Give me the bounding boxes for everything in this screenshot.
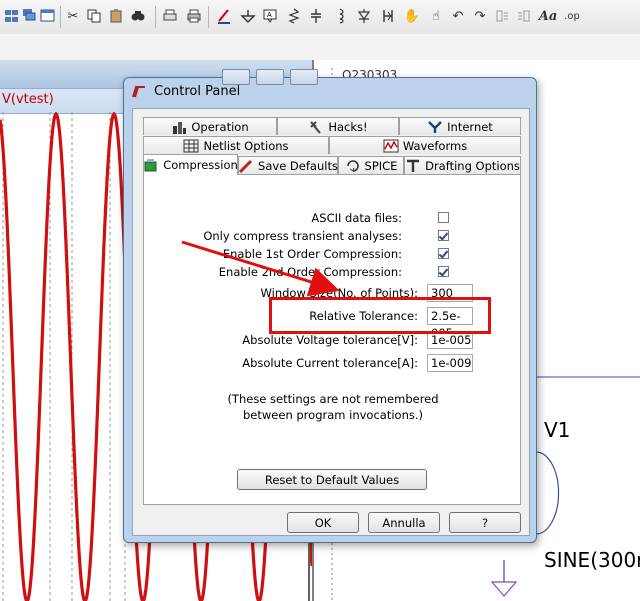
annotation-highlight-box — [269, 297, 491, 334]
